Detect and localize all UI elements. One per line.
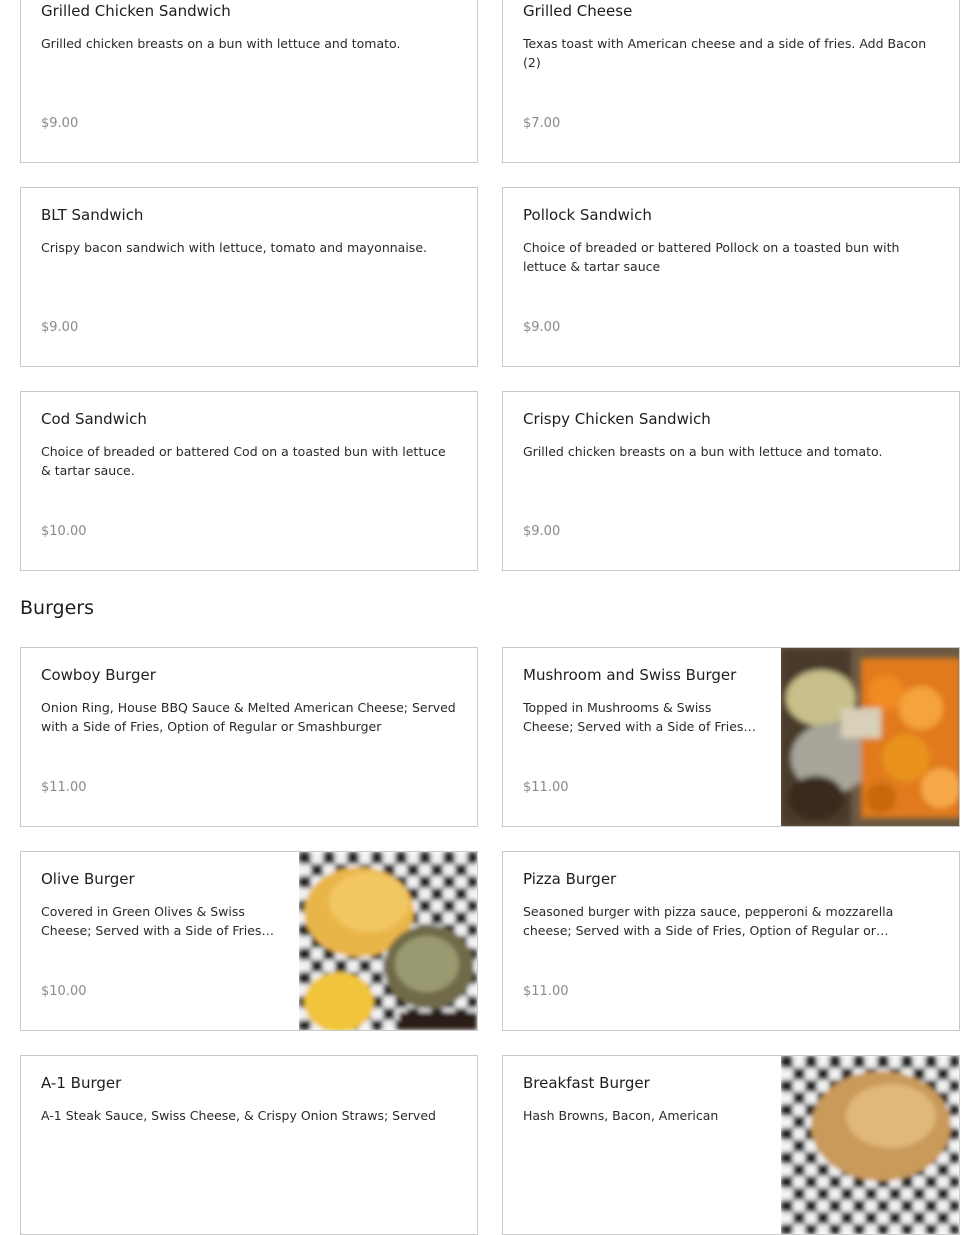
- menu-item-photo[interactable]: [299, 852, 477, 1030]
- menu-item-photo[interactable]: [781, 648, 959, 826]
- menu-item-card[interactable]: Pizza Burger Seasoned burger with pizza …: [502, 851, 960, 1031]
- menu-item-price: $9.00: [523, 524, 561, 539]
- menu-item-card[interactable]: Breakfast Burger Hash Browns, Bacon, Ame…: [502, 1055, 960, 1235]
- menu-item-title: Crispy Chicken Sandwich: [523, 410, 711, 428]
- menu-item-photo[interactable]: [781, 1056, 959, 1234]
- menu-item-card[interactable]: Grilled Cheese Texas toast with American…: [502, 0, 960, 163]
- menu-item-description: Covered in Green Olives & Swiss Cheese; …: [41, 904, 266, 938]
- menu-item-title: Grilled Cheese: [523, 2, 633, 20]
- menu-item-title: Breakfast Burger: [523, 1074, 650, 1092]
- menu-item-card[interactable]: BLT Sandwich Crispy bacon sandwich with …: [20, 187, 478, 367]
- menu-item-description: Onion Ring, House BBQ Sauce & Melted Ame…: [41, 700, 456, 734]
- menu-item-description: Grilled chicken breasts on a bun with le…: [41, 36, 401, 51]
- menu-item-description: Choice of breaded or battered Pollock on…: [523, 240, 900, 274]
- menu-item-title: Cod Sandwich: [41, 410, 147, 428]
- menu-item-title: Olive Burger: [41, 870, 135, 888]
- menu-item-title: Pollock Sandwich: [523, 206, 652, 224]
- menu-item-title: A-1 Burger: [41, 1074, 122, 1092]
- menu-item-price: $9.00: [41, 320, 79, 335]
- menu-item-description: A-1 Steak Sauce, Swiss Cheese, & Crispy …: [41, 1108, 436, 1123]
- menu-item-description: Crispy bacon sandwich with lettuce, toma…: [41, 240, 427, 255]
- menu-item-description: Choice of breaded or battered Cod on a t…: [41, 444, 446, 478]
- menu-item-price: $10.00: [41, 524, 87, 539]
- menu-item-title: Pizza Burger: [523, 870, 617, 888]
- menu-item-description: Hash Browns, Bacon, American: [523, 1108, 719, 1123]
- menu-item-price: $10.00: [41, 984, 87, 999]
- menu-item-price: $11.00: [41, 780, 87, 795]
- menu-item-price: $7.00: [523, 116, 561, 131]
- menu-item-price: $11.00: [523, 984, 569, 999]
- menu-item-description: Seasoned burger with pizza sauce, pepper…: [523, 904, 894, 938]
- menu-item-card[interactable]: Cowboy Burger Onion Ring, House BBQ Sauc…: [20, 647, 478, 827]
- menu-item-card[interactable]: Mushroom and Swiss Burger Topped in Mush…: [502, 647, 960, 827]
- section-title-burgers: Burgers: [20, 597, 95, 619]
- menu-item-description: Topped in Mushrooms & Swiss Cheese; Serv…: [523, 700, 748, 734]
- menu-item-price: $9.00: [41, 116, 79, 131]
- menu-item-card[interactable]: Crispy Chicken Sandwich Grilled chicken …: [502, 391, 960, 571]
- menu-item-title: Cowboy Burger: [41, 666, 156, 684]
- menu-item-description: Texas toast with American cheese and a s…: [523, 36, 927, 70]
- menu-item-title: Grilled Chicken Sandwich: [41, 2, 231, 20]
- menu-item-price: $9.00: [523, 320, 561, 335]
- menu-item-card[interactable]: Cod Sandwich Choice of breaded or batter…: [20, 391, 478, 571]
- menu-item-card[interactable]: Grilled Chicken Sandwich Grilled chicken…: [20, 0, 478, 163]
- menu-item-title: Mushroom and Swiss Burger: [523, 666, 737, 684]
- menu-item-title: BLT Sandwich: [41, 206, 144, 224]
- menu-item-card[interactable]: Olive Burger Covered in Green Olives & S…: [20, 851, 478, 1031]
- menu-item-card[interactable]: A-1 Burger A-1 Steak Sauce, Swiss Cheese…: [20, 1055, 478, 1235]
- menu-item-price: $11.00: [523, 780, 569, 795]
- menu-item-description: Grilled chicken breasts on a bun with le…: [523, 444, 883, 459]
- menu-item-card[interactable]: Pollock Sandwich Choice of breaded or ba…: [502, 187, 960, 367]
